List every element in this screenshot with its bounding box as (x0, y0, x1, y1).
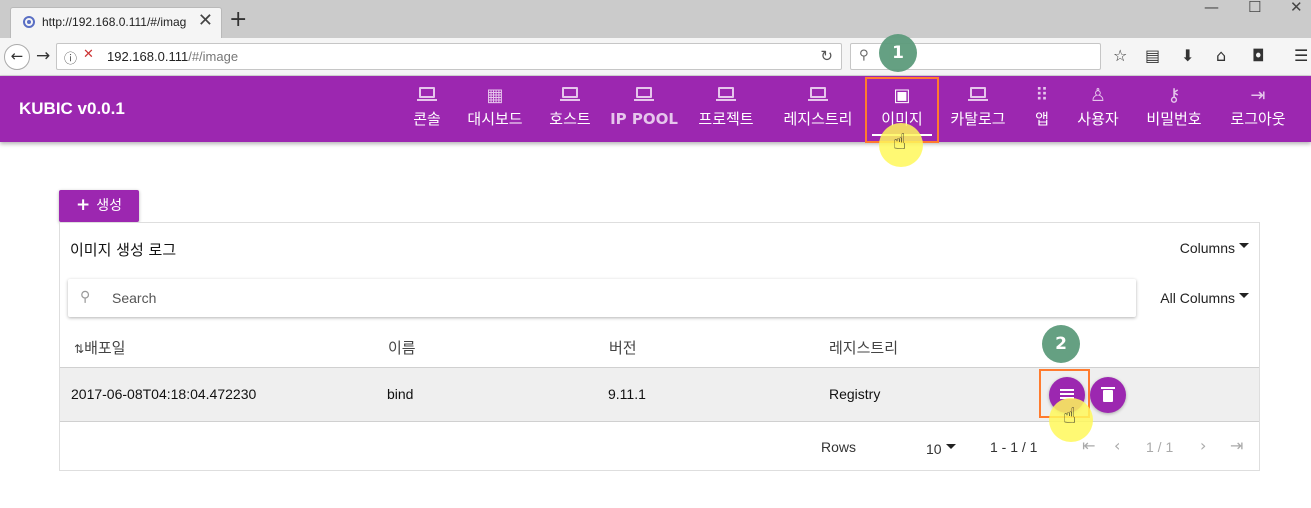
browser-toolbar: ← → ⓘ ✕ 192.168.0.111/#/image ↻ ⚲ ☆ ▤ ⬇ … (0, 38, 1311, 76)
nav-dashboard[interactable]: ▦ 대시보드 (458, 76, 532, 142)
search-input[interactable] (112, 287, 1012, 309)
columns-label: Columns (1179, 240, 1235, 256)
step-badge: 2 (1042, 325, 1080, 363)
minimize-button[interactable]: — (1204, 0, 1219, 16)
laptop-icon (716, 87, 736, 101)
nav-project[interactable]: 프로젝트 (690, 76, 762, 142)
app-brand: KUBIC v0.0.1 (19, 99, 125, 118)
nav-label: 대시보드 (467, 110, 523, 128)
nav-host[interactable]: 호스트 (540, 76, 600, 142)
cell-name: bind (387, 386, 414, 402)
columns-dropdown[interactable]: Columns (1180, 240, 1249, 256)
column-header-name[interactable]: 이름 (388, 337, 416, 358)
home-icon[interactable]: ⌂ (1216, 46, 1226, 65)
url-bar[interactable]: ⓘ ✕ 192.168.0.111/#/image ↻ (56, 43, 842, 70)
maximize-button[interactable]: ☐ (1248, 0, 1261, 16)
person-icon: ♙ (1089, 85, 1107, 106)
first-page-icon[interactable]: ⇤ (1082, 436, 1095, 455)
forward-icon[interactable]: → (36, 46, 50, 66)
nav-registry[interactable]: 레지스트리 (774, 76, 862, 142)
reading-list-icon[interactable]: ▤ (1145, 46, 1160, 65)
browser-tab[interactable]: http://192.168.0.111/#/imag ✕ (10, 7, 222, 38)
laptop-icon (808, 87, 828, 101)
browser-tab-strip: http://192.168.0.111/#/imag ✕ + — ☐ ✕ (0, 0, 1311, 38)
search-icon: ⚲ (80, 289, 91, 305)
plus-icon: + (75, 195, 91, 215)
menu-icon[interactable]: ☰ (1294, 46, 1308, 65)
url-text: 192.168.0.111/#/image (107, 49, 239, 64)
create-label: 생성 (96, 198, 122, 214)
page-indicator: 1 / 1 (1146, 439, 1174, 455)
nav-label: IP POOL (610, 110, 678, 128)
nav-console[interactable]: 콘솔 (404, 76, 450, 142)
nav-label: 프로젝트 (698, 110, 754, 128)
apps-icon: ⠿ (1035, 85, 1049, 106)
download-icon[interactable]: ⬇ (1181, 46, 1194, 65)
nav-label: 레지스트리 (783, 110, 853, 128)
app-header: KUBIC v0.0.1 콘솔 ▦ 대시보드 호스트 IP POOL 프로젝트 … (0, 76, 1311, 142)
reload-icon[interactable]: ↻ (820, 47, 833, 65)
last-page-icon[interactable]: ⇥ (1230, 436, 1243, 455)
close-window-button[interactable]: ✕ (1290, 0, 1303, 16)
column-header-version[interactable]: 버전 (609, 337, 637, 358)
laptop-icon (417, 87, 437, 101)
table-title: 이미지 생성 로그 (70, 241, 177, 259)
nav-logout[interactable]: ⇥ 로그아웃 (1222, 76, 1294, 142)
rows-per-page-select[interactable]: 10 (926, 441, 956, 457)
tab-close-icon[interactable]: ✕ (198, 10, 213, 31)
delete-button[interactable] (1090, 377, 1126, 413)
cell-version: 9.11.1 (608, 386, 646, 402)
cell-registry: Registry (829, 386, 881, 402)
prev-page-icon[interactable]: ‹ (1114, 436, 1120, 455)
table-search: ⚲ (68, 279, 1136, 317)
create-button[interactable]: + 생성 (59, 190, 139, 222)
back-icon[interactable]: ← (4, 44, 30, 70)
laptop-icon (968, 87, 988, 101)
tab-title: http://192.168.0.111/#/imag (42, 15, 187, 29)
dashboard-icon: ▦ (486, 85, 504, 106)
nav-label: 콘솔 (413, 110, 441, 128)
nav-ip-pool[interactable]: IP POOL (608, 76, 680, 142)
hand-cursor-icon: ☝ (1063, 404, 1077, 429)
favicon-icon (23, 16, 35, 28)
nav-label: 카탈로그 (950, 110, 1006, 128)
pocket-icon[interactable]: ◘ (1252, 46, 1265, 65)
rows-value: 10 (926, 441, 942, 457)
key-icon: ⚷ (1167, 85, 1181, 106)
nav-password[interactable]: ⚷ 비밀번호 (1138, 76, 1210, 142)
new-tab-button[interactable]: + (229, 9, 247, 31)
info-icon[interactable]: ⓘ (64, 48, 77, 67)
sort-icon: ⇅ (74, 342, 85, 356)
caret-down-icon (1239, 242, 1249, 248)
nav-apps[interactable]: ⠿ 앱 (1026, 76, 1058, 142)
nav-label: 앱 (1035, 110, 1049, 128)
next-page-icon[interactable]: › (1200, 436, 1206, 455)
caret-down-icon (945, 443, 956, 449)
nav-users[interactable]: ♙ 사용자 (1070, 76, 1126, 142)
nav-label: 비밀번호 (1146, 110, 1202, 128)
all-columns-label: All Columns (1160, 290, 1235, 306)
laptop-icon (560, 87, 580, 101)
column-header-registry[interactable]: 레지스트리 (829, 337, 898, 358)
cell-date: 2017-06-08T04:18:04.472230 (71, 386, 257, 402)
header-label: 배포일 (84, 339, 126, 357)
logout-icon: ⇥ (1250, 85, 1266, 106)
search-icon: ⚲ (859, 48, 869, 63)
range-text: 1 - 1 / 1 (990, 439, 1038, 455)
column-header-date[interactable]: ⇅배포일 (74, 337, 125, 358)
bookmark-star-icon[interactable]: ☆ (1113, 46, 1127, 65)
nav-label: 로그아웃 (1230, 110, 1286, 128)
rows-label: Rows (821, 439, 857, 455)
all-columns-dropdown[interactable]: All Columns (1160, 290, 1249, 306)
hand-cursor-icon: ☝ (893, 130, 907, 155)
caret-down-icon (1239, 292, 1249, 298)
nav-label: 사용자 (1077, 110, 1119, 128)
nav-catalog[interactable]: 카탈로그 (942, 76, 1014, 142)
trash-icon (1101, 387, 1115, 402)
step-badge: 1 (879, 34, 917, 72)
insecure-lock-icon: ✕ (83, 47, 94, 62)
laptop-icon (634, 87, 654, 101)
nav-label: 호스트 (549, 110, 591, 128)
